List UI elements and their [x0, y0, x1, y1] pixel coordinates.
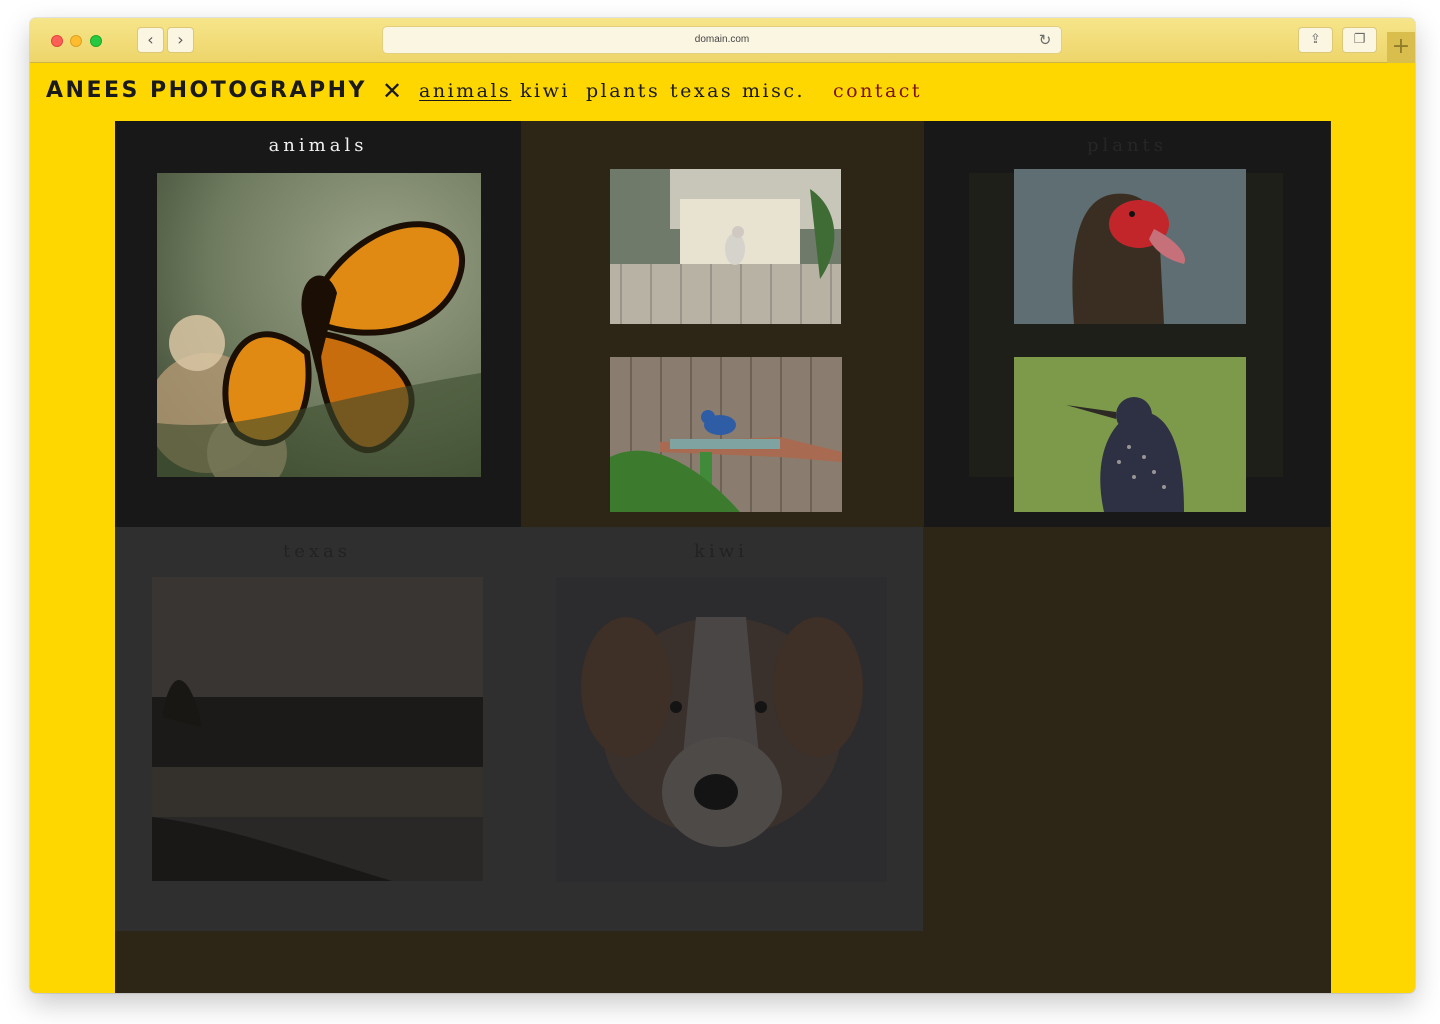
starling-photo[interactable] [1014, 357, 1246, 512]
texas-lake-photo[interactable] [152, 577, 483, 881]
close-window-button[interactable] [51, 35, 63, 47]
nav-link-texas[interactable]: texas [670, 76, 733, 106]
tabs-overview-button[interactable]: ❐ [1342, 27, 1377, 53]
site-brand[interactable]: ANEES PHOTOGRAPHY [46, 78, 367, 103]
url-text: domain.com [694, 34, 750, 45]
chevron-left-icon: ‹ [147, 30, 154, 49]
plus-icon: + [1391, 34, 1411, 59]
share-button[interactable]: ⇪ [1298, 27, 1333, 53]
kiwi-dog-photo[interactable] [556, 577, 887, 882]
close-menu-icon[interactable]: ✕ [382, 76, 402, 106]
photo-gallery: animals plants texas kiwi [115, 121, 1331, 993]
tile-title-plants: plants [1086, 135, 1168, 156]
back-button[interactable]: ‹ [137, 27, 164, 53]
nav-link-kiwi[interactable]: kiwi [520, 76, 570, 106]
nav-link-contact[interactable]: contact [833, 76, 922, 106]
reload-icon[interactable]: ↻ [1035, 30, 1055, 50]
tile-title-kiwi: kiwi [694, 541, 748, 562]
browser-window: ‹ › domain.com ↻ ⇪ ❐ + ANEES PHOTOGRAPHY… [30, 18, 1415, 993]
gallery-tile-texas[interactable]: texas [115, 527, 519, 931]
tabs-icon: ❐ [1353, 32, 1366, 47]
new-tab-button[interactable]: + [1387, 32, 1415, 63]
blue-jay-photo[interactable] [610, 357, 842, 512]
nav-link-misc[interactable]: misc. [742, 76, 805, 106]
nav-link-animals[interactable]: animals [419, 76, 511, 106]
dove-on-fence-photo[interactable] [610, 169, 841, 324]
muscovy-duck-photo[interactable] [1014, 169, 1246, 324]
maximize-window-button[interactable] [90, 35, 102, 47]
tile-title-texas: texas [282, 541, 351, 562]
forward-button[interactable]: › [167, 27, 194, 53]
share-icon: ⇪ [1310, 32, 1321, 47]
chevron-right-icon: › [177, 30, 184, 49]
address-bar[interactable]: domain.com ↻ [382, 26, 1062, 54]
browser-toolbar: ‹ › domain.com ↻ ⇪ ❐ + [30, 18, 1415, 63]
minimize-window-button[interactable] [70, 35, 82, 47]
butterfly-photo[interactable] [157, 173, 481, 477]
nav-link-plants[interactable]: plants [586, 76, 660, 106]
tile-title-animals: animals [268, 135, 368, 156]
gallery-tile-animals[interactable]: animals [115, 121, 521, 527]
gallery-tile-kiwi[interactable]: kiwi [519, 527, 923, 931]
